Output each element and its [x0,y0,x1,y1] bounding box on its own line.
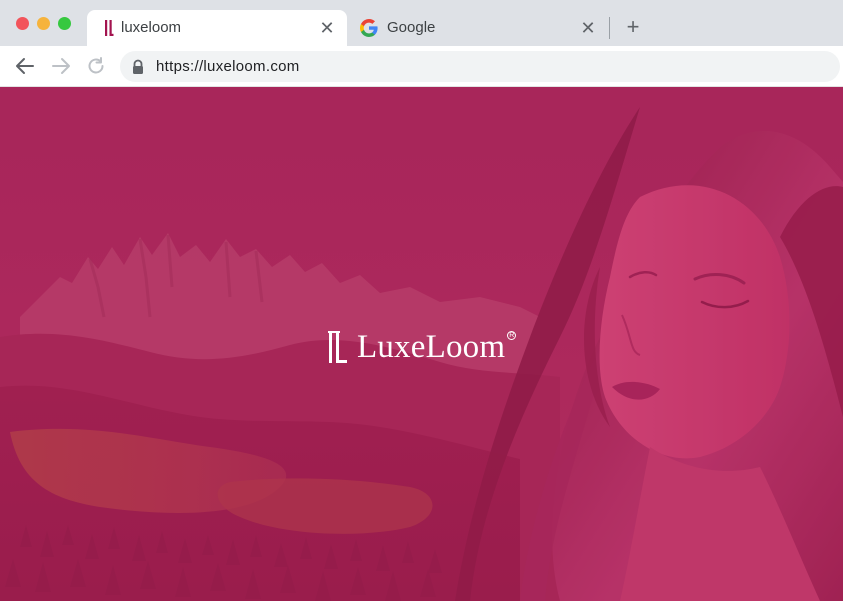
browser-window: luxeloom ✕ Google ✕ + https://luxeloom.c… [0,0,843,601]
registered-mark: R [507,331,517,340]
arrow-right-icon [52,58,70,74]
tab-title: luxeloom [121,19,182,36]
brand-name: LuxeLoom [357,329,506,365]
back-button[interactable] [13,54,37,78]
window-close-button[interactable] [16,17,29,30]
forward-button[interactable] [49,54,73,78]
tab-separator [609,17,610,39]
reload-icon [88,57,104,74]
tab-close-button[interactable]: ✕ [317,18,337,38]
window-minimize-button[interactable] [37,17,50,30]
luxeloom-logo-icon [103,19,121,37]
reload-button[interactable] [84,54,108,78]
window-maximize-button[interactable] [58,17,71,30]
tab-close-button[interactable]: ✕ [578,18,598,38]
browser-toolbar: https://luxeloom.com [0,46,843,87]
tab-strip: luxeloom ✕ Google ✕ + [0,0,843,46]
brand-logo[interactable]: LuxeLoom R [328,327,517,367]
url-text: https://luxeloom.com [156,58,300,75]
lock-icon [131,59,145,75]
new-tab-button[interactable]: + [622,16,644,38]
tab-title: Google [387,19,436,36]
address-bar[interactable]: https://luxeloom.com [120,51,840,82]
luxeloom-mark-icon [328,331,347,363]
arrow-left-icon [16,58,34,74]
google-g-icon [360,19,378,37]
tab-luxeloom[interactable]: luxeloom ✕ [87,10,347,46]
page-viewport: LuxeLoom R [0,87,843,601]
tab-google[interactable]: Google ✕ [350,10,608,46]
